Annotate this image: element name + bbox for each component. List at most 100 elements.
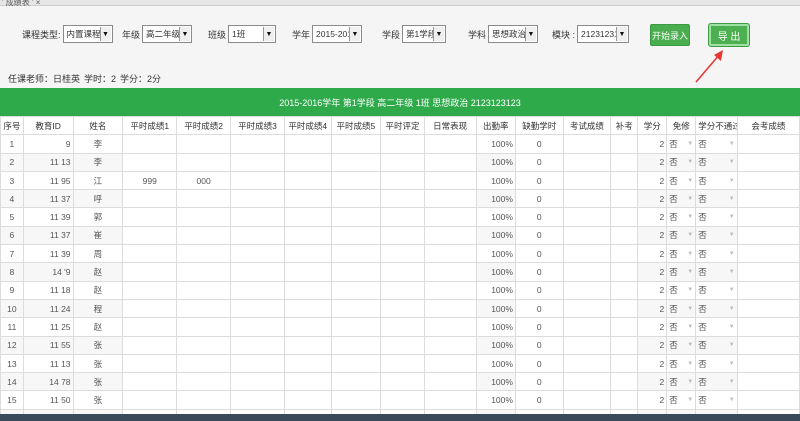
daily-performance-input[interactable] [423, 207, 477, 227]
credit-fail-select[interactable]: 否▼ [695, 207, 738, 227]
score-4-input[interactable] [283, 244, 332, 264]
score-2-input[interactable] [176, 207, 232, 227]
proficiency-score-input[interactable] [736, 335, 800, 355]
credit-fail-select[interactable]: 否▼ [695, 225, 738, 246]
score-1-input[interactable] [122, 152, 178, 172]
absence-hours-input[interactable]: 0 [514, 298, 564, 319]
score-5-input[interactable] [330, 353, 382, 374]
credit-fail-select[interactable]: 否▼ [695, 134, 738, 154]
credit-fail-select[interactable]: 否▼ [695, 298, 738, 319]
score-3-input[interactable] [230, 207, 285, 227]
score-2-input[interactable] [176, 262, 232, 282]
school-year-select[interactable]: 2015-2016 ▼ [312, 25, 363, 43]
score-3-input[interactable] [230, 189, 285, 209]
score-1-input[interactable] [122, 225, 178, 246]
score-2-input[interactable] [176, 152, 232, 172]
score-5-input[interactable] [330, 335, 382, 355]
daily-performance-input[interactable] [423, 298, 477, 319]
score-3-input[interactable] [230, 317, 285, 337]
makeup-exam-input[interactable] [610, 170, 639, 191]
exam-score-input[interactable] [562, 372, 612, 392]
exam-score-input[interactable] [562, 152, 612, 172]
exam-score-input[interactable] [562, 170, 612, 191]
daily-performance-input[interactable] [423, 134, 477, 154]
score-1-input[interactable] [122, 244, 178, 264]
proficiency-score-input[interactable] [736, 353, 800, 374]
exempt-select[interactable]: 否▼ [666, 372, 697, 392]
exempt-select[interactable]: 否▼ [666, 225, 697, 246]
score-2-input[interactable] [176, 335, 232, 355]
absence-hours-input[interactable]: 0 [514, 390, 564, 410]
daily-performance-input[interactable] [423, 189, 477, 209]
exempt-select[interactable]: 否▼ [666, 134, 697, 154]
score-2-input[interactable]: 000 [176, 170, 232, 191]
daily-performance-input[interactable] [423, 152, 477, 172]
grade-select[interactable]: 高二年级 ▼ [142, 25, 193, 43]
score-3-input[interactable] [230, 298, 285, 319]
score-4-input[interactable] [283, 298, 332, 319]
absence-hours-input[interactable]: 0 [514, 244, 564, 264]
exempt-select[interactable]: 否▼ [666, 262, 697, 282]
daily-performance-input[interactable] [423, 353, 477, 374]
score-3-input[interactable] [230, 280, 285, 300]
credit-fail-select[interactable]: 否▼ [695, 189, 738, 209]
exempt-select[interactable]: 否▼ [666, 244, 697, 264]
makeup-exam-input[interactable] [610, 390, 639, 410]
proficiency-score-input[interactable] [736, 152, 800, 172]
absence-hours-input[interactable]: 0 [514, 170, 564, 191]
class-select[interactable]: 1班 ▼ [228, 25, 277, 43]
daily-performance-input[interactable] [423, 280, 477, 300]
score-5-input[interactable] [330, 189, 382, 209]
makeup-exam-input[interactable] [610, 317, 639, 337]
exam-score-input[interactable] [562, 262, 612, 282]
daily-performance-input[interactable] [423, 170, 477, 191]
exam-score-input[interactable] [562, 390, 612, 410]
credit-fail-select[interactable]: 否▼ [695, 335, 738, 355]
exempt-select[interactable]: 否▼ [666, 298, 697, 319]
usual-evaluation-input[interactable] [380, 353, 425, 374]
proficiency-score-input[interactable] [736, 225, 800, 246]
usual-evaluation-input[interactable] [380, 335, 425, 355]
makeup-exam-input[interactable] [610, 134, 639, 154]
score-3-input[interactable] [230, 390, 285, 410]
score-1-input[interactable] [122, 372, 178, 392]
score-4-input[interactable] [283, 225, 332, 246]
usual-evaluation-input[interactable] [380, 170, 425, 191]
absence-hours-input[interactable]: 0 [514, 262, 564, 282]
absence-hours-input[interactable]: 0 [514, 225, 564, 246]
score-1-input[interactable] [122, 134, 178, 154]
credit-fail-select[interactable]: 否▼ [695, 372, 738, 392]
exempt-select[interactable]: 否▼ [666, 353, 697, 374]
daily-performance-input[interactable] [423, 390, 477, 410]
score-2-input[interactable] [176, 390, 232, 410]
score-5-input[interactable] [330, 262, 382, 282]
score-5-input[interactable] [330, 207, 382, 227]
exam-score-input[interactable] [562, 280, 612, 300]
usual-evaluation-input[interactable] [380, 280, 425, 300]
absence-hours-input[interactable]: 0 [514, 189, 564, 209]
absence-hours-input[interactable]: 0 [514, 372, 564, 392]
score-1-input[interactable]: 999 [122, 170, 178, 191]
score-5-input[interactable] [330, 170, 382, 191]
absence-hours-input[interactable]: 0 [514, 152, 564, 172]
score-3-input[interactable] [230, 335, 285, 355]
makeup-exam-input[interactable] [610, 335, 639, 355]
exam-score-input[interactable] [562, 244, 612, 264]
usual-evaluation-input[interactable] [380, 244, 425, 264]
credit-fail-select[interactable]: 否▼ [695, 390, 738, 410]
score-2-input[interactable] [176, 280, 232, 300]
daily-performance-input[interactable] [423, 225, 477, 246]
daily-performance-input[interactable] [423, 262, 477, 282]
score-4-input[interactable] [283, 390, 332, 410]
makeup-exam-input[interactable] [610, 372, 639, 392]
makeup-exam-input[interactable] [610, 225, 639, 246]
score-3-input[interactable] [230, 134, 285, 154]
score-4-input[interactable] [283, 280, 332, 300]
score-1-input[interactable] [122, 262, 178, 282]
course-type-select[interactable]: 内置课程 ▼ [62, 25, 113, 43]
usual-evaluation-input[interactable] [380, 134, 425, 154]
proficiency-score-input[interactable] [736, 372, 800, 392]
score-4-input[interactable] [283, 170, 332, 191]
exempt-select[interactable]: 否▼ [666, 170, 697, 191]
score-5-input[interactable] [330, 372, 382, 392]
